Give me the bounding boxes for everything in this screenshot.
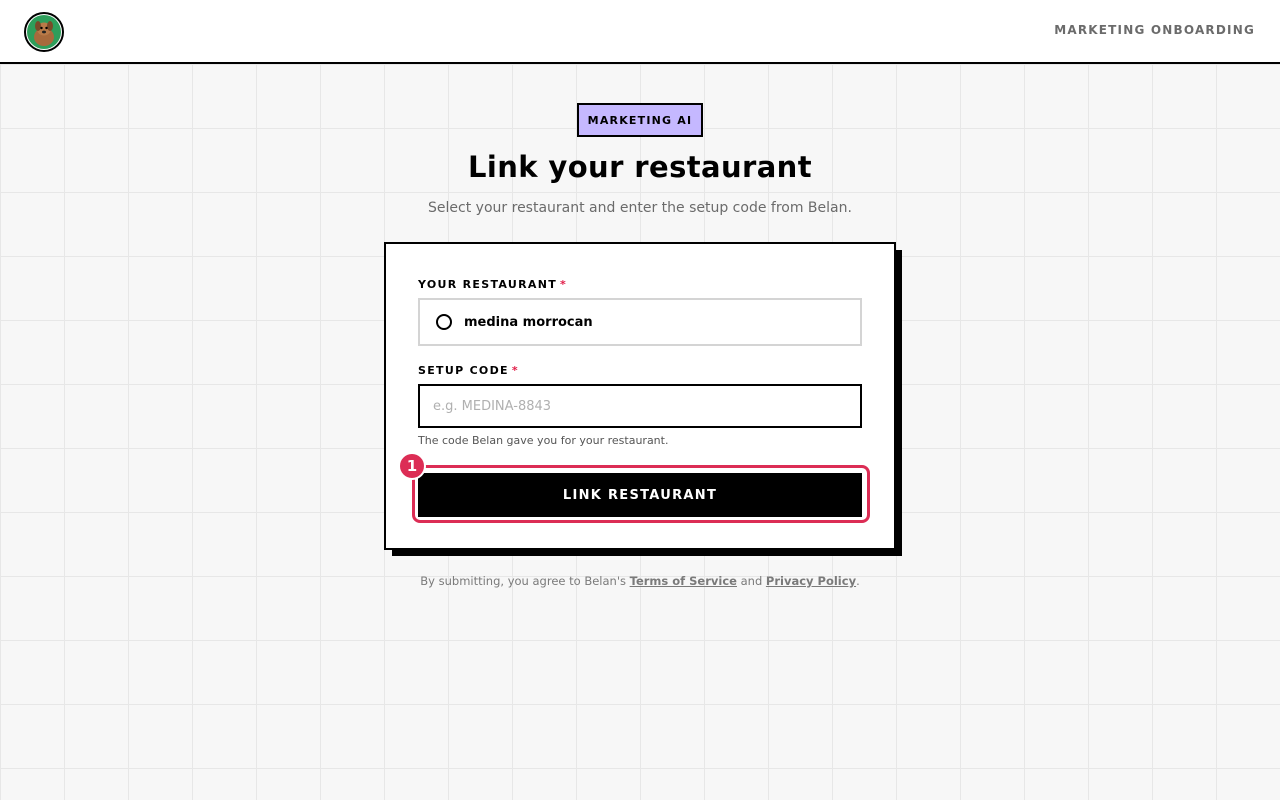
- terms-of-service-link[interactable]: Terms of Service: [630, 574, 737, 588]
- required-mark: *: [511, 364, 519, 377]
- restaurant-option-label: medina morrocan: [464, 314, 593, 330]
- terms-suffix: .: [856, 574, 860, 588]
- setup-code-label: SETUP CODE *: [418, 364, 519, 377]
- marketing-ai-badge: MARKETING AI: [577, 103, 703, 137]
- restaurant-option[interactable]: medina morrocan: [418, 298, 862, 346]
- privacy-policy-link[interactable]: Privacy Policy: [766, 574, 856, 588]
- required-mark: *: [560, 278, 568, 291]
- page-subtitle: Select your restaurant and enter the set…: [428, 200, 852, 216]
- top-bar: MARKETING ONBOARDING: [0, 0, 1280, 64]
- page-title: Link your restaurant: [467, 150, 812, 184]
- terms-and: and: [740, 574, 763, 588]
- step-marker: 1: [398, 452, 426, 480]
- setup-code-input[interactable]: [418, 384, 862, 428]
- setup-code-help: The code Belan gave you for your restaur…: [418, 434, 669, 447]
- terms-notice: By submitting, you agree to Belan's Term…: [0, 574, 1280, 588]
- logo[interactable]: [24, 12, 64, 52]
- restaurant-label: YOUR RESTAURANT *: [418, 278, 568, 291]
- terms-prefix: By submitting, you agree to Belan's: [420, 574, 626, 588]
- marketing-onboarding-link[interactable]: MARKETING ONBOARDING: [1054, 23, 1255, 37]
- dog-avatar-icon: [27, 15, 61, 49]
- link-restaurant-form: YOUR RESTAURANT * medina morrocan SETUP C…: [384, 242, 896, 550]
- radio-button[interactable]: [436, 314, 452, 330]
- link-restaurant-button[interactable]: LINK RESTAURANT: [418, 473, 862, 517]
